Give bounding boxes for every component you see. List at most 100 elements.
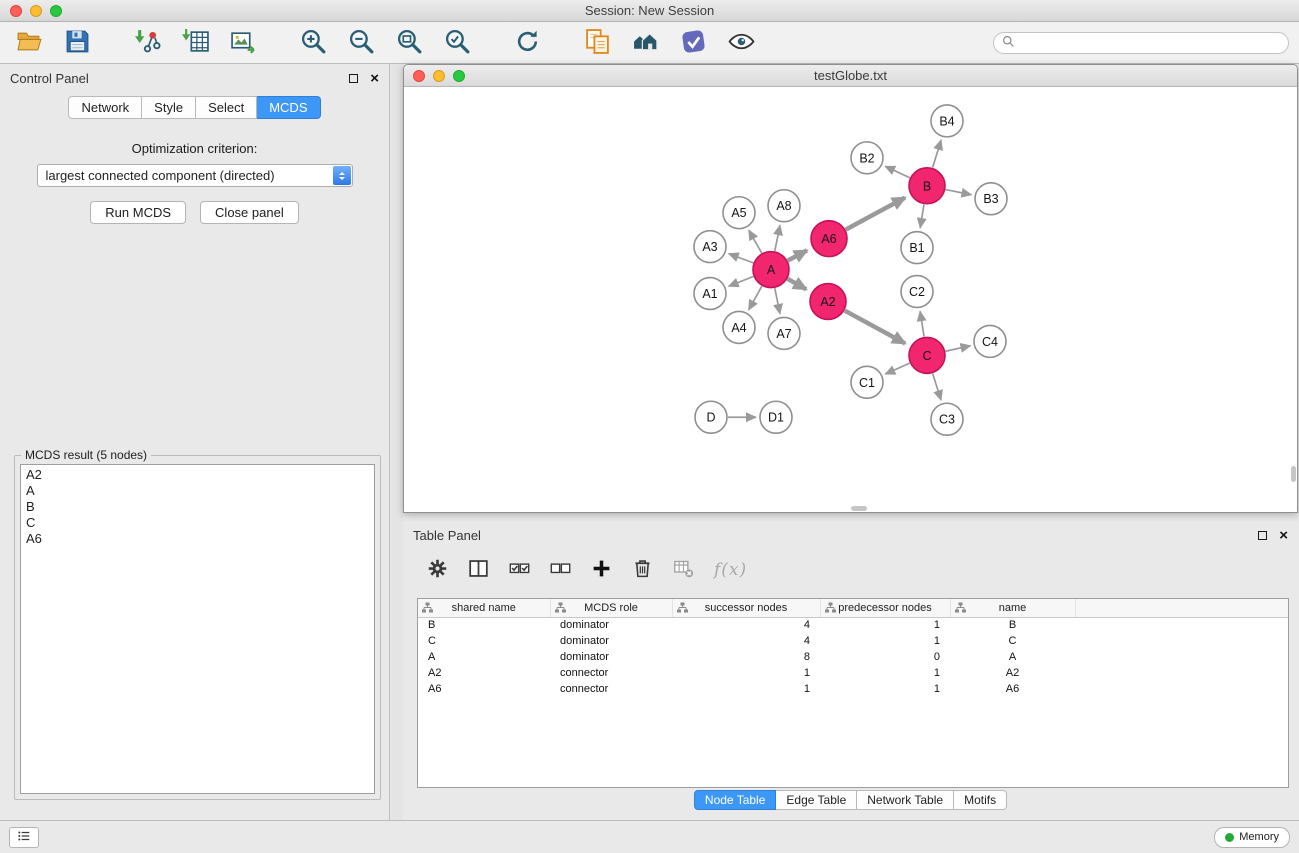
cell-MCDS-role[interactable]: connector [550, 681, 672, 697]
column-header-shared-name[interactable]: shared name [418, 599, 550, 617]
edge-A-A1[interactable] [729, 277, 754, 287]
mcds-result-item[interactable]: A [26, 483, 369, 499]
network-minimize-button[interactable] [433, 70, 445, 82]
minimize-window-button[interactable] [30, 5, 42, 17]
edge-A2-C[interactable] [845, 311, 905, 344]
cell-predecessor-nodes[interactable]: 0 [820, 649, 950, 665]
edge-A-A8[interactable] [775, 225, 780, 251]
close-panel-button[interactable]: Close panel [200, 201, 299, 224]
add-row-button[interactable] [591, 557, 612, 583]
table-panel-float-icon[interactable] [1258, 531, 1267, 540]
run-mcds-button[interactable]: Run MCDS [90, 201, 186, 224]
cell-name[interactable]: C [950, 633, 1075, 649]
search-input[interactable] [1020, 36, 1280, 50]
vertical-scrollbar-thumb[interactable] [1291, 466, 1296, 482]
column-header-predecessor-nodes[interactable]: predecessor nodes [820, 599, 950, 617]
zoom-in-button[interactable] [294, 27, 332, 59]
panel-splitter[interactable] [391, 64, 403, 820]
apply-style-button[interactable] [674, 27, 712, 59]
cell-MCDS-role[interactable]: dominator [550, 617, 672, 633]
import-table-button[interactable] [176, 27, 214, 59]
table-row[interactable]: Bdominator41B [418, 617, 1288, 633]
table-row[interactable]: A2connector11A2 [418, 665, 1288, 681]
export-image-button[interactable] [224, 27, 262, 59]
edge-A-A6[interactable] [788, 250, 807, 260]
cell-predecessor-nodes[interactable]: 1 [820, 681, 950, 697]
mcds-result-item[interactable]: A6 [26, 531, 369, 547]
cell-successor-nodes[interactable]: 4 [672, 617, 820, 633]
mcds-result-list[interactable]: A2ABCA6 [20, 464, 375, 794]
cell-successor-nodes[interactable]: 4 [672, 633, 820, 649]
cell-shared-name[interactable]: C [418, 633, 550, 649]
network-graph[interactable]: B4B2BB3A5A8A6B1A3AC2A1A2A4A7C4CC1DD1C3 [404, 87, 1297, 512]
network-close-button[interactable] [413, 70, 425, 82]
cell-name[interactable]: B [950, 617, 1075, 633]
refresh-button[interactable] [508, 27, 546, 59]
edge-B-B4[interactable] [933, 140, 942, 168]
tab-network[interactable]: Network [68, 96, 142, 119]
column-header-name[interactable]: name [950, 599, 1075, 617]
mcds-result-item[interactable]: B [26, 499, 369, 515]
cell-successor-nodes[interactable]: 8 [672, 649, 820, 665]
control-panel-close-icon[interactable]: × [370, 71, 379, 86]
cell-successor-nodes[interactable]: 1 [672, 681, 820, 697]
mcds-result-item[interactable]: A2 [26, 467, 369, 483]
table-panel-close-icon[interactable]: × [1279, 528, 1288, 543]
cell-successor-nodes[interactable]: 1 [672, 665, 820, 681]
zoom-window-button[interactable] [50, 5, 62, 17]
settings-button[interactable] [427, 557, 448, 583]
column-header-MCDS-role[interactable]: MCDS role [550, 599, 672, 617]
tab-motifs[interactable]: Motifs [954, 790, 1007, 810]
edge-A-A4[interactable] [749, 286, 762, 310]
cell-MCDS-role[interactable]: dominator [550, 649, 672, 665]
tab-edge-table[interactable]: Edge Table [776, 790, 857, 810]
edge-C-C3[interactable] [933, 373, 941, 400]
deselect-all-button[interactable] [550, 557, 571, 583]
import-network-button[interactable] [128, 27, 166, 59]
close-window-button[interactable] [10, 5, 22, 17]
cell-predecessor-nodes[interactable]: 1 [820, 617, 950, 633]
tab-style[interactable]: Style [142, 96, 196, 119]
edge-A-A2[interactable] [788, 279, 807, 289]
edge-B-B3[interactable] [946, 190, 972, 195]
tab-select[interactable]: Select [196, 96, 257, 119]
edge-B-B2[interactable] [885, 166, 910, 177]
column-header-successor-nodes[interactable]: successor nodes [672, 599, 820, 617]
delete-table-button[interactable] [673, 557, 694, 583]
cell-shared-name[interactable]: A2 [418, 665, 550, 681]
edge-A-A7[interactable] [775, 288, 780, 314]
network-canvas[interactable]: B4B2BB3A5A8A6B1A3AC2A1A2A4A7C4CC1DD1C3 [404, 87, 1297, 512]
table-row[interactable]: Cdominator41C [418, 633, 1288, 649]
cell-name[interactable]: A [950, 649, 1075, 665]
zoom-fit-button[interactable] [390, 27, 428, 59]
cell-shared-name[interactable]: A [418, 649, 550, 665]
edge-C-C2[interactable] [920, 311, 924, 336]
edge-A-A5[interactable] [749, 230, 762, 253]
zoom-selected-button[interactable] [438, 27, 476, 59]
edge-C-C1[interactable] [885, 363, 909, 374]
edge-B-B1[interactable] [920, 204, 924, 227]
cell-shared-name[interactable]: A6 [418, 681, 550, 697]
tab-mcds[interactable]: MCDS [257, 96, 320, 119]
criterion-dropdown[interactable]: largest connected component (directed) [37, 164, 353, 187]
cell-MCDS-role[interactable]: dominator [550, 633, 672, 649]
horizontal-scrollbar-thumb[interactable] [851, 506, 867, 511]
edge-A-A3[interactable] [729, 254, 754, 263]
function-button[interactable]: f(x) [714, 557, 747, 583]
cell-name[interactable]: A6 [950, 681, 1075, 697]
search-field[interactable] [993, 32, 1289, 54]
cell-predecessor-nodes[interactable]: 1 [820, 633, 950, 649]
task-history-button[interactable] [9, 827, 39, 848]
copy-view-button[interactable] [578, 27, 616, 59]
show-hide-button[interactable] [722, 27, 760, 59]
save-button[interactable] [58, 27, 96, 59]
cell-MCDS-role[interactable]: connector [550, 665, 672, 681]
home-button[interactable] [626, 27, 664, 59]
edge-A6-B[interactable] [846, 198, 905, 230]
tab-network-table[interactable]: Network Table [857, 790, 954, 810]
edge-C-C4[interactable] [946, 346, 971, 352]
select-all-button[interactable] [509, 557, 530, 583]
delete-row-button[interactable] [632, 557, 653, 583]
control-panel-float-icon[interactable] [349, 74, 358, 83]
zoom-out-button[interactable] [342, 27, 380, 59]
